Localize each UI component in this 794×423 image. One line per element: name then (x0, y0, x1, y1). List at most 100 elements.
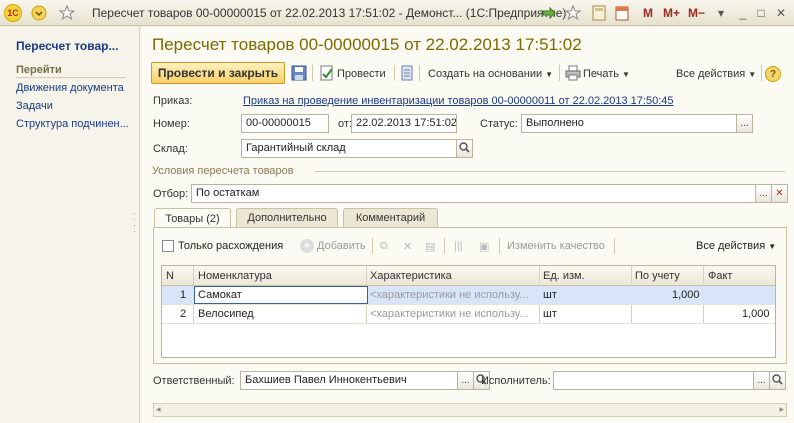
scroll-right-icon[interactable]: ▸ (779, 404, 784, 415)
create-based-on-dropdown[interactable]: Создать на основании ▼ (428, 64, 553, 84)
create-based-label: Создать на основании (428, 68, 543, 80)
col-header-unit[interactable]: Ед. изм. (543, 270, 585, 282)
nav-item-subordination[interactable]: Структура подчинен... (16, 118, 129, 130)
table-row[interactable]: 2 Велосипед <характеристики не использу.… (162, 305, 775, 324)
memory-m-button[interactable]: M (643, 6, 653, 20)
responsible-select-button[interactable]: ... (457, 371, 474, 390)
col-header-book[interactable]: По учету (635, 270, 680, 282)
post-button[interactable]: Провести (319, 64, 386, 84)
window-menu-icon[interactable]: ▾ (712, 4, 730, 22)
barcode-icon[interactable]: ||| (454, 236, 463, 256)
warehouse-field[interactable]: Гарантийный склад (241, 139, 457, 158)
add-button[interactable]: + Добавить (300, 236, 366, 256)
help-button[interactable]: ? (765, 64, 781, 84)
chevron-down-icon: ▼ (748, 69, 757, 79)
table-row[interactable]: 1 Самокат <характеристики не использу...… (162, 286, 775, 305)
chevron-down-icon: ▼ (768, 241, 777, 251)
row-item-name[interactable]: Велосипед (198, 308, 254, 320)
warehouse-search-button[interactable] (456, 139, 473, 158)
row-unit[interactable]: шт (543, 289, 557, 301)
col-header-fact[interactable]: Факт (708, 270, 732, 282)
help-icon: ? (765, 66, 781, 82)
checkbox[interactable] (162, 240, 174, 252)
save-icon (291, 65, 307, 84)
window-title: Пересчет товаров 00-00000015 от 22.02.20… (92, 6, 567, 20)
print-dropdown[interactable]: Печать ▼ (565, 64, 630, 84)
col-header-n[interactable]: N (166, 270, 174, 282)
all-actions-dropdown[interactable]: Все действия ▼ (676, 64, 756, 84)
row-unit[interactable]: шт (543, 308, 557, 320)
calendar-icon[interactable] (613, 4, 631, 22)
minimize-icon[interactable]: _ (734, 4, 752, 22)
filter-field[interactable]: По остаткам (191, 184, 756, 203)
date-field[interactable]: 22.02.2013 17:51:02 (351, 114, 457, 133)
executor-select-button[interactable]: ... (753, 371, 770, 390)
order-label: Приказ: (153, 95, 193, 107)
horizontal-scrollbar[interactable]: ◂ ▸ (153, 403, 787, 417)
delete-icon[interactable]: ✕ (403, 236, 412, 256)
navigation-panel: Пересчет товар... Перейти Движения докум… (0, 27, 140, 423)
nav-form-title[interactable]: Пересчет товар... (16, 39, 118, 53)
scroll-left-icon[interactable]: ◂ (156, 404, 161, 415)
order-link[interactable]: Приказ на проведение инвентаризации това… (243, 95, 674, 107)
col-header-item[interactable]: Номенклатура (198, 270, 272, 282)
star-icon[interactable] (564, 4, 582, 22)
change-quality-button[interactable]: Изменить качество (507, 236, 605, 256)
row-book-qty[interactable]: 1,000 (672, 289, 700, 301)
conditions-group-line (315, 171, 785, 172)
forward-arrow-icon[interactable] (540, 4, 558, 22)
only-differences-label: Только расхождения (178, 240, 284, 252)
calculator-icon[interactable] (590, 4, 608, 22)
menu-dropdown-icon[interactable] (30, 4, 48, 22)
col-header-characteristic[interactable]: Характеристика (370, 270, 452, 282)
conditions-group-title: Условия пересчета товаров (152, 165, 294, 177)
filter-clear-button[interactable]: ✕ (771, 184, 788, 203)
maximize-icon[interactable]: □ (752, 4, 770, 22)
magnifier-icon (459, 141, 470, 156)
window-titlebar: 1С Пересчет товаров 00-00000015 от 22.02… (0, 0, 794, 26)
responsible-field[interactable]: Бахшиев Павел Иннокентьевич (240, 371, 458, 390)
only-differences-toggle[interactable]: Только расхождения (162, 236, 283, 256)
fill-icon[interactable]: ▤ (425, 236, 435, 256)
splitter-handle[interactable]: · · · · (133, 209, 136, 236)
clear-x-icon: ✕ (775, 188, 784, 199)
memory-plus-button[interactable]: M+ (663, 6, 680, 20)
warehouse-label: Склад: (153, 143, 188, 155)
row-characteristic[interactable]: <характеристики не использу... (370, 308, 528, 320)
chevron-down-icon: ▼ (545, 69, 554, 79)
pick-icon[interactable]: ▣ (479, 236, 489, 256)
nav-item-tasks[interactable]: Задачи (16, 100, 53, 112)
panel-all-actions-dropdown[interactable]: Все действия ▼ (696, 236, 776, 256)
filter-select-button[interactable]: ... (755, 184, 772, 203)
tab-comment[interactable]: Комментарий (343, 208, 438, 227)
copy-icon[interactable]: ⧉ (380, 236, 388, 256)
memory-minus-button[interactable]: M− (688, 6, 705, 20)
app-logo-icon[interactable]: 1С (4, 4, 22, 22)
list-icon-button[interactable] (401, 64, 413, 84)
row-item-name[interactable]: Самокат (198, 289, 242, 301)
toolbar-separator (394, 65, 395, 81)
chevron-down-icon: ▼ (622, 69, 630, 79)
row-characteristic[interactable]: <характеристики не использу... (370, 289, 528, 301)
status-field[interactable]: Выполнено (521, 114, 737, 133)
save-button[interactable] (291, 64, 307, 84)
post-and-close-button[interactable]: Провести и закрыть (151, 62, 285, 84)
executor-search-button[interactable] (769, 371, 786, 390)
add-label: Добавить (317, 240, 366, 252)
toolbar-separator (499, 238, 500, 254)
nav-item-document-movements[interactable]: Движения документа (16, 82, 124, 94)
panel-all-actions-label: Все действия (696, 240, 766, 252)
magnifier-icon (772, 373, 783, 388)
number-field[interactable]: 00-00000015 (241, 114, 329, 133)
close-icon[interactable]: ✕ (772, 4, 790, 22)
row-number: 2 (180, 308, 187, 320)
tab-goods[interactable]: Товары (2) (154, 208, 231, 228)
executor-field[interactable] (553, 371, 754, 390)
favorite-star-icon[interactable] (58, 4, 76, 22)
toolbar-separator (312, 65, 313, 81)
tab-additional[interactable]: Дополнительно (236, 208, 338, 227)
row-fact-qty[interactable]: 1,000 (742, 308, 770, 320)
post-icon (319, 65, 335, 84)
status-select-button[interactable]: ... (736, 114, 753, 133)
nav-divider (16, 77, 126, 78)
